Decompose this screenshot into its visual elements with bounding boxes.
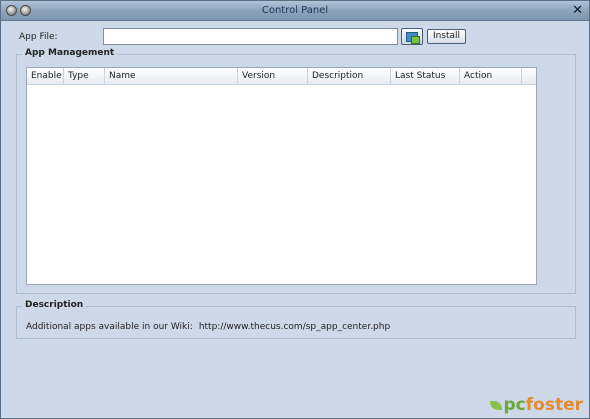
column-header-enable[interactable]: Enable [27,68,64,84]
app-file-input[interactable] [103,28,398,45]
app-management-panel: App Management Enable Type Name Version … [16,48,576,294]
browse-file-button[interactable] [401,28,423,45]
column-header-action[interactable]: Action [460,68,522,84]
install-button[interactable]: Install [427,29,466,44]
description-text-row: Additional apps available in our Wiki: ht… [26,322,390,332]
description-legend: Description [22,300,87,310]
control-panel-window: Control Panel ✕ App File: Install App Ma… [0,0,590,419]
close-icon[interactable]: ✕ [572,3,583,18]
column-header-name[interactable]: Name [105,68,238,84]
column-header-spacer [522,68,536,84]
watermark-logo: pcfoster [489,395,583,415]
logo-prefix: pc [503,395,526,415]
title-bar[interactable]: Control Panel ✕ [1,1,589,21]
app-file-label: App File: [19,32,58,42]
column-header-last-status[interactable]: Last Status [391,68,460,84]
wiki-link[interactable]: http://www.thecus.com/sp_app_center.php [199,322,390,332]
column-header-version[interactable]: Version [238,68,308,84]
column-header-description[interactable]: Description [308,68,391,84]
window-title: Control Panel [261,5,329,16]
app-table-header: Enable Type Name Version Description Las… [27,68,536,85]
app-management-legend: App Management [22,48,118,58]
app-table: Enable Type Name Version Description Las… [26,67,537,285]
column-header-type[interactable]: Type [64,68,105,84]
browse-file-icon [406,32,420,44]
logo-suffix: foster [525,395,583,415]
description-panel: Description Additional apps available in… [16,300,576,339]
leaf-icon [489,400,502,410]
description-text: Additional apps available in our Wiki: [26,322,193,332]
